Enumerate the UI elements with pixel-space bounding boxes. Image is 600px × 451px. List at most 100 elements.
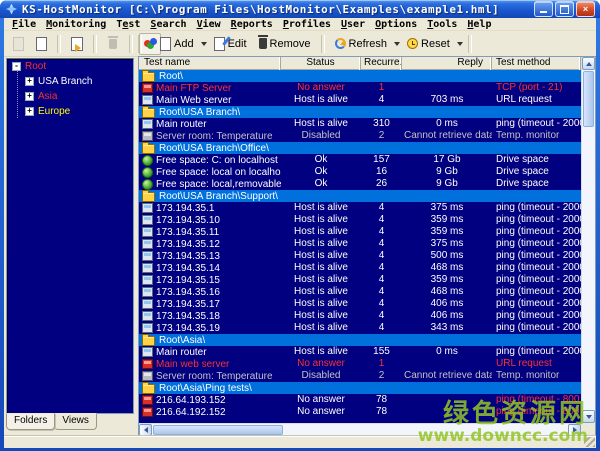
recurrences-cell: 2 <box>361 370 402 382</box>
table-row[interactable]: Root\ <box>139 70 581 82</box>
horizontal-scroll-thumb[interactable] <box>153 425 283 435</box>
menu-profiles[interactable]: Profiles <box>278 19 336 30</box>
scroll-up-button[interactable] <box>582 57 595 70</box>
test-name-cell: 173.194.35.1 <box>139 202 281 214</box>
column-header-reply[interactable]: Reply <box>402 57 492 70</box>
tree-item-usa-branch[interactable]: +USA Branch <box>7 74 133 89</box>
horizontal-scrollbar[interactable] <box>139 423 581 436</box>
column-header-test-name[interactable]: Test name <box>139 57 281 70</box>
scroll-down-button[interactable] <box>582 410 595 423</box>
refresh-dropdown-arrow[interactable] <box>394 42 400 49</box>
table-row[interactable]: Root\USA Branch\Support\ <box>139 190 581 202</box>
title-bar[interactable]: KS-HostMonitor [C:\Program Files\HostMon… <box>0 0 600 18</box>
tree-item-root[interactable]: -Root <box>7 59 133 74</box>
recurrences-cell: 4 <box>361 226 402 238</box>
table-row[interactable]: Root\Asia\ <box>139 334 581 346</box>
tree-expand-box[interactable]: + <box>25 107 34 116</box>
table-row[interactable]: Main routerHost is alive1550 msping (tim… <box>139 346 581 358</box>
table-row[interactable]: Root\USA Branch\Office\ <box>139 142 581 154</box>
table-row[interactable]: 173.194.35.16Host is alive4468 msping (t… <box>139 286 581 298</box>
reply-cell: 0 ms <box>402 346 492 358</box>
maximize-icon <box>560 5 569 14</box>
recurrences-cell: 78 <box>361 394 402 406</box>
tree-item-asia[interactable]: + Asia <box>7 89 133 104</box>
tree-expand-box[interactable]: + <box>25 92 34 101</box>
menu-search[interactable]: Search <box>145 19 191 30</box>
column-header-recurre[interactable]: Recurre... <box>361 57 402 70</box>
reset-dropdown-arrow[interactable] <box>457 42 463 49</box>
table-row[interactable]: Free space: C: on localhostOk15717 GbDri… <box>139 154 581 166</box>
add-button[interactable]: Add <box>155 34 199 54</box>
tree-item-label: Asia <box>38 91 57 102</box>
menu-test[interactable]: Test <box>111 19 145 30</box>
tab-views[interactable]: Views <box>54 413 97 430</box>
table-row[interactable]: 173.194.35.13Host is alive4500 msping (t… <box>139 250 581 262</box>
table-row[interactable]: Main FTP ServerNo answer1TCP (port - 21) <box>139 82 581 94</box>
test-name: 216.64.193.152 <box>156 395 226 406</box>
remove-button[interactable]: Remove <box>254 34 316 54</box>
scroll-left-button[interactable] <box>139 424 152 436</box>
table-row[interactable]: Main web serverNo answer1URL request <box>139 358 581 370</box>
table-row[interactable]: Root\Asia\Ping tests\ <box>139 382 581 394</box>
table-row[interactable]: Free space: local on localhostOk169 GbDr… <box>139 166 581 178</box>
tree-expand-box[interactable]: - <box>12 62 21 71</box>
table-row[interactable]: 216.64.192.152No answer78ping (timeout -… <box>139 406 581 418</box>
refresh-button[interactable]: Refresh <box>330 34 393 54</box>
close-button[interactable]: × <box>576 1 595 17</box>
table-row[interactable]: 173.194.35.19Host is alive4343 msping (t… <box>139 322 581 334</box>
column-header-status[interactable]: Status <box>281 57 361 70</box>
vertical-scrollbar[interactable] <box>581 57 595 423</box>
tree-item-europe[interactable]: +Europe <box>7 104 133 119</box>
tree-expand-box[interactable]: + <box>25 77 34 86</box>
edit-button[interactable]: Edit <box>209 34 252 54</box>
table-row[interactable]: Server room: TemperatureDisabled2Cannot … <box>139 130 581 142</box>
menu-tools[interactable]: Tools <box>422 19 462 30</box>
test-name-cell: 173.194.35.12 <box>139 238 281 250</box>
tab-folders[interactable]: Folders <box>6 413 55 430</box>
table-row[interactable]: 173.194.35.15Host is alive4359 msping (t… <box>139 274 581 286</box>
menu-help[interactable]: Help <box>462 19 496 30</box>
menu-monitoring[interactable]: Monitoring <box>41 19 111 30</box>
add-dropdown-arrow[interactable] <box>201 42 207 49</box>
menu-reports[interactable]: Reports <box>226 19 278 30</box>
menu-user[interactable]: User <box>336 19 370 30</box>
edit-button-label: Edit <box>228 38 247 50</box>
table-row[interactable]: 173.194.35.11Host is alive4359 msping (t… <box>139 226 581 238</box>
minimize-button[interactable] <box>534 1 553 17</box>
delete-button <box>103 34 123 54</box>
table-row[interactable]: Root\USA Branch\ <box>139 106 581 118</box>
test-name-cell: Server room: Temperature <box>139 370 281 382</box>
add-icon <box>160 37 171 51</box>
menu-options[interactable]: Options <box>370 19 422 30</box>
recurrences-cell: 4 <box>361 250 402 262</box>
menu-view[interactable]: View <box>192 19 226 30</box>
table-row[interactable]: 216.64.193.152No answer78ping (timeout -… <box>139 394 581 406</box>
table-row[interactable]: Server room: TemperatureDisabled2Cannot … <box>139 370 581 382</box>
table-row[interactable]: 173.194.35.17Host is alive4406 msping (t… <box>139 298 581 310</box>
column-header-test-method[interactable]: Test method <box>492 57 581 70</box>
open-file-button[interactable] <box>67 34 87 54</box>
toolbar-separator <box>57 35 61 53</box>
folder-icon <box>142 192 155 202</box>
server-icon <box>142 263 153 273</box>
table-row[interactable]: 173.194.35.12Host is alive4375 msping (t… <box>139 238 581 250</box>
table-row[interactable]: 173.194.35.14Host is alive4468 msping (t… <box>139 262 581 274</box>
folder-tree: -Root+USA Branch+Asia+Europe <box>6 58 134 414</box>
new-testlist-button[interactable] <box>31 34 51 54</box>
reset-button[interactable]: Reset <box>402 34 455 54</box>
table-row[interactable]: 173.194.35.1Host is alive4375 msping (ti… <box>139 202 581 214</box>
maximize-button[interactable] <box>555 1 574 17</box>
test-name: Main Web server <box>156 95 231 106</box>
recurrences-cell: 26 <box>361 178 402 190</box>
recurrences-cell: 4 <box>361 310 402 322</box>
table-row[interactable]: Main Web serverHost is alive4703 msURL r… <box>139 94 581 106</box>
vertical-scroll-thumb[interactable] <box>583 71 594 127</box>
table-row[interactable]: Main routerHost is alive3100 msping (tim… <box>139 118 581 130</box>
scroll-right-button[interactable] <box>568 424 581 436</box>
resize-grip[interactable] <box>584 437 595 447</box>
table-row[interactable]: 173.194.35.18Host is alive4406 msping (t… <box>139 310 581 322</box>
table-row[interactable]: 173.194.35.10Host is alive4359 msping (t… <box>139 214 581 226</box>
status-cell: Host is alive <box>281 94 361 106</box>
table-row[interactable]: Free space: local,removable on loc...Ok2… <box>139 178 581 190</box>
menu-file[interactable]: File <box>7 19 41 30</box>
